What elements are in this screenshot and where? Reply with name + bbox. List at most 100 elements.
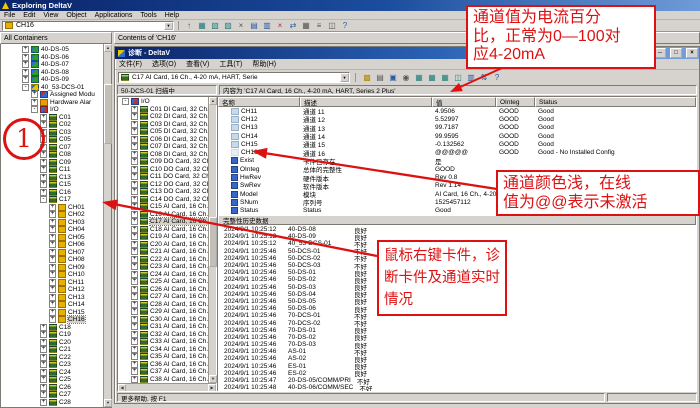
tree-item[interactable]: + 40-DS-07 [1, 61, 103, 69]
card-selector-combo[interactable]: C17 AI Card, 16 Ch., 4-20 mA, HART, Seri… [118, 72, 350, 83]
expand-toggle-icon[interactable]: + [22, 69, 29, 76]
folder-up-icon[interactable]: ▩ [361, 72, 373, 83]
table-row[interactable]: CH15 通道 15 -0.132562 GOOD Good [218, 140, 696, 148]
scrollbar-thumb[interactable] [104, 84, 112, 144]
expand-toggle-icon[interactable]: + [131, 106, 138, 113]
find-icon[interactable]: ◉ [400, 72, 412, 83]
tree-item[interactable]: + C24 [1, 369, 103, 377]
help-icon[interactable]: ? [339, 20, 351, 31]
card-tree-item[interactable]: + C11 DO Card, 32 Ch. [119, 173, 208, 181]
expand-toggle-icon[interactable]: + [131, 316, 138, 323]
expand-toggle-icon[interactable]: - [31, 106, 38, 113]
view-pane-icon[interactable]: ◫ [452, 72, 464, 83]
history-row[interactable]: 2024/9/1 10:25:46 ES-01 良好 [218, 363, 696, 370]
tree-item[interactable]: + C22 [1, 354, 103, 362]
cut-icon[interactable]: × [235, 20, 247, 31]
tree-item[interactable]: + 40-DS-05 [1, 46, 103, 54]
history-row[interactable]: 2024/9/1 10:25:46 AS-02 良好 [218, 355, 696, 362]
card-tree-item[interactable]: + C19 AI Card, 16 Ch. [119, 233, 208, 241]
menu-item[interactable]: Object [66, 12, 86, 19]
expand-toggle-icon[interactable]: + [131, 166, 138, 173]
expand-toggle-icon[interactable]: + [40, 339, 47, 346]
tree-item[interactable]: + C09 [1, 159, 103, 167]
column-header-ointeg[interactable]: OInteg [496, 97, 535, 107]
menu-item[interactable]: Edit [23, 12, 35, 19]
expand-toggle-icon[interactable]: - [40, 196, 47, 203]
tree-item[interactable]: + Assigned Modu [1, 91, 103, 99]
tree-item[interactable]: - I/O [1, 106, 103, 114]
expand-toggle-icon[interactable]: + [49, 241, 56, 248]
menu-item[interactable]: File [4, 12, 15, 19]
tree-item[interactable]: + C11 [1, 166, 103, 174]
card-tree-item[interactable]: + C33 AI Card, 16 Ch. [119, 338, 208, 346]
card-tree-item[interactable]: + C23 AI Card, 16 Ch. [119, 263, 208, 271]
expand-toggle-icon[interactable]: + [131, 233, 138, 240]
card-tree-item[interactable]: + C02 DI Card, 32 Ch. [119, 113, 208, 121]
expand-toggle-icon[interactable]: + [131, 338, 138, 345]
expand-toggle-icon[interactable]: + [40, 189, 47, 196]
table-row[interactable]: CH12 通道 12 5.52997 GOOD Good [218, 115, 696, 123]
left-tree-scrollbar[interactable]: ▲ ▼ [103, 44, 111, 407]
expand-toggle-icon[interactable]: + [131, 173, 138, 180]
tree-item[interactable]: + C23 [1, 361, 103, 369]
history-row[interactable]: 2024/9/1 10:25:46 ES-02 良好 [218, 370, 696, 377]
menu-item[interactable]: 文件(F) [119, 59, 142, 69]
history-row[interactable]: 2024/9/1 10:25:46 70-DS-01 良好 [218, 327, 696, 334]
menu-item[interactable]: Tools [140, 12, 156, 19]
expand-toggle-icon[interactable]: + [131, 188, 138, 195]
delete-icon[interactable]: × [274, 20, 286, 31]
history-row[interactable]: 2024/9/1 10:25:47 20-DS-05/COMM/PRI 不好 [218, 377, 696, 384]
expand-toggle-icon[interactable]: + [40, 151, 47, 158]
history-row[interactable]: 2024/9/1 10:25:48 40-DS-06/COMM/SEC 不好 [218, 384, 696, 391]
scroll-up-icon[interactable]: ▲ [104, 44, 112, 52]
menu-item[interactable]: 查看(V) [186, 59, 209, 69]
card-tree-item[interactable]: + C01 DI Card, 32 Ch. [119, 106, 208, 114]
expand-toggle-icon[interactable]: + [40, 376, 47, 383]
close-button[interactable]: × [686, 48, 698, 58]
expand-toggle-icon[interactable]: + [131, 196, 138, 203]
tree-item[interactable]: + CH10 [1, 271, 103, 279]
expand-toggle-icon[interactable]: + [131, 203, 138, 210]
expand-toggle-icon[interactable]: + [49, 234, 56, 241]
card-tree-item[interactable]: + C06 DI Card, 32 Ch. [119, 136, 208, 144]
tree-item[interactable]: + C20 [1, 339, 103, 347]
card-tree-item[interactable]: + C15 AI Card, 16 Ch. [119, 203, 208, 211]
card-tree-item[interactable]: + C36 AI Card, 16 Ch. [119, 361, 208, 369]
expand-toggle-icon[interactable]: + [49, 226, 56, 233]
expand-toggle-icon[interactable]: + [49, 309, 56, 316]
table-row[interactable]: Exist 卡件已存在 是 [218, 157, 696, 165]
sort-icon[interactable]: ⇅ [478, 72, 490, 83]
expand-toggle-icon[interactable]: + [22, 54, 29, 61]
expand-toggle-icon[interactable]: + [49, 294, 56, 301]
expand-toggle-icon[interactable]: + [49, 264, 56, 271]
expand-toggle-icon[interactable]: + [40, 159, 47, 166]
card-tree-item[interactable]: + C38 AI Card, 16 Ch. [119, 376, 208, 384]
expand-toggle-icon[interactable]: + [131, 368, 138, 375]
expand-toggle-icon[interactable]: + [131, 278, 138, 285]
expand-toggle-icon[interactable]: + [40, 361, 47, 368]
expand-toggle-icon[interactable]: + [49, 279, 56, 286]
paste-icon[interactable]: ▥ [261, 20, 273, 31]
tree-item[interactable]: + C27 [1, 391, 103, 399]
card-tree-item[interactable]: + C28 AI Card, 16 Ch. [119, 301, 208, 309]
expand-toggle-icon[interactable]: + [40, 384, 47, 391]
menu-item[interactable]: Applications [95, 12, 133, 19]
tree-item[interactable]: + CH02 [1, 211, 103, 219]
expand-toggle-icon[interactable]: + [49, 249, 56, 256]
tree-item[interactable]: - C17 [1, 196, 103, 204]
scroll-down-icon[interactable]: ▼ [209, 375, 217, 383]
expand-toggle-icon[interactable]: + [131, 286, 138, 293]
tree-item[interactable]: + C19 [1, 331, 103, 339]
history-row[interactable]: 2024/9/1 10:25:46 70-DCS-02 不好 [218, 319, 696, 326]
expand-toggle-icon[interactable]: + [49, 286, 56, 293]
tree-item[interactable]: + Hardware Alar [1, 99, 103, 107]
tree-item[interactable]: + C18 [1, 324, 103, 332]
filter-icon[interactable]: ▥ [465, 72, 477, 83]
expand-toggle-icon[interactable]: + [49, 219, 56, 226]
tree-item[interactable]: + CH16 [1, 316, 103, 324]
expand-toggle-icon[interactable]: + [131, 218, 138, 225]
expand-toggle-icon[interactable]: + [131, 121, 138, 128]
card-tree-item[interactable]: + C13 DO Card, 32 Ch. [119, 188, 208, 196]
expand-toggle-icon[interactable]: + [40, 346, 47, 353]
expand-toggle-icon[interactable]: + [131, 293, 138, 300]
